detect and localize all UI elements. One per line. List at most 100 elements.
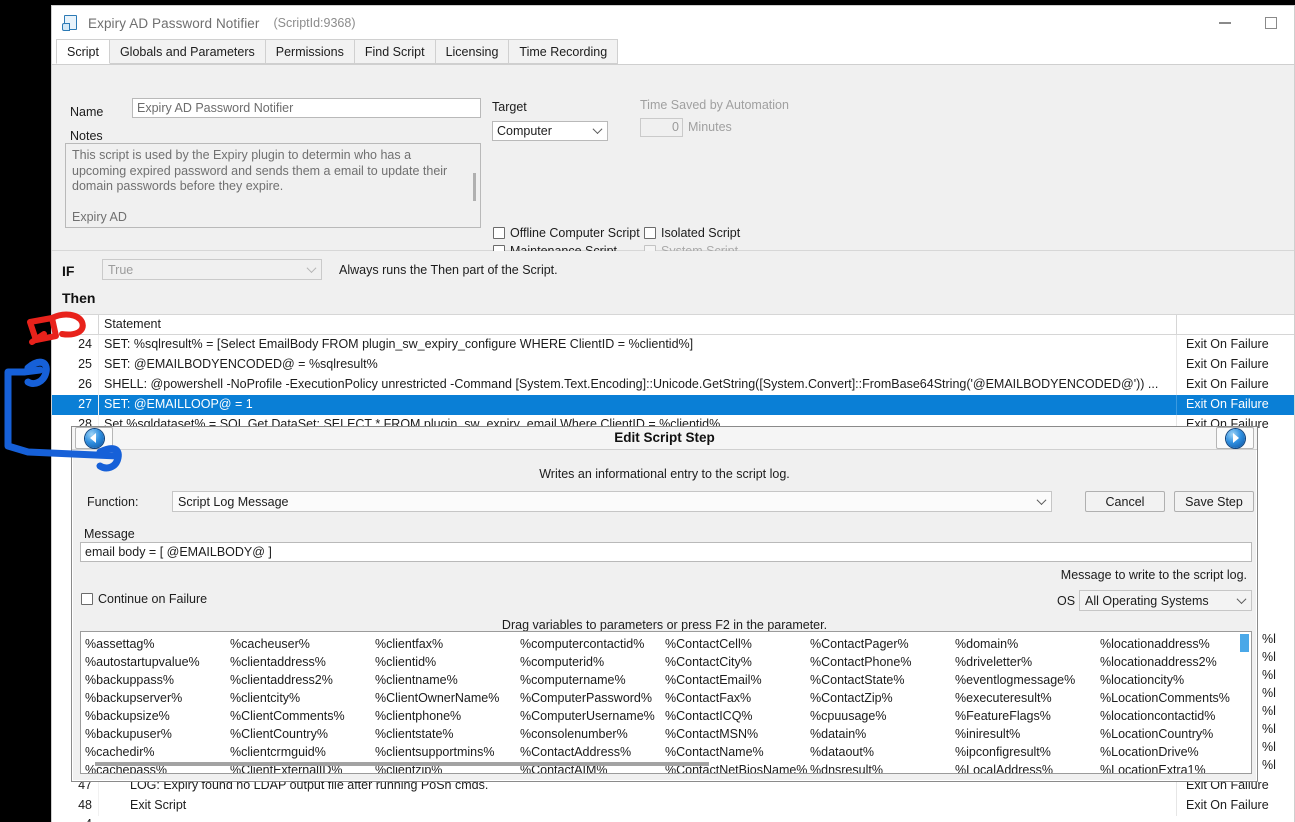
list-item[interactable]: %computercontactid%: [520, 635, 665, 653]
table-row-selected[interactable]: 27 SET: @EMAILLOOP@ = 1 Exit On Failure: [52, 395, 1294, 415]
checkbox-box[interactable]: [644, 227, 656, 239]
list-item[interactable]: %locationaddress2%: [1100, 653, 1247, 671]
save-step-button[interactable]: Save Step: [1174, 491, 1254, 512]
list-item[interactable]: %autostartupvalue%: [85, 653, 230, 671]
minimize-button[interactable]: [1202, 6, 1248, 40]
tab-script[interactable]: Script: [56, 39, 110, 64]
checkbox-box[interactable]: [493, 227, 505, 239]
variables-horizontal-scrollbar[interactable]: [89, 759, 1247, 770]
list-item[interactable]: %ContactState%: [810, 671, 955, 689]
tab-time-recording[interactable]: Time Recording: [508, 39, 618, 64]
tab-permissions[interactable]: Permissions: [265, 39, 355, 64]
list-item[interactable]: %locationcity%: [1100, 671, 1247, 689]
table-row[interactable]: 48 Exit Script Exit On Failure: [52, 796, 1295, 816]
variable-column: %computercontactid% %computerid% %comput…: [520, 635, 665, 774]
row-divider: [98, 355, 99, 375]
table-row[interactable]: 26 SHELL: @powershell -NoProfile -Execut…: [52, 375, 1294, 395]
message-input[interactable]: [80, 542, 1252, 562]
window-title: Expiry AD Password Notifier: [88, 16, 260, 31]
checkbox-offline-computer-script[interactable]: Offline Computer Script: [493, 226, 640, 240]
list-item[interactable]: %datain%: [810, 725, 955, 743]
list-item[interactable]: %cacheuser%: [230, 635, 375, 653]
drag-variables-hint: Drag variables to parameters or press F2…: [72, 618, 1257, 632]
list-item[interactable]: %ContactCity%: [665, 653, 810, 671]
list-item[interactable]: %clientaddress2%: [230, 671, 375, 689]
list-item[interactable]: %locationcontactid%: [1100, 707, 1247, 725]
time-saved-input[interactable]: 0: [640, 118, 683, 137]
chevron-down-icon: [1037, 495, 1047, 505]
maximize-button[interactable]: [1248, 6, 1294, 40]
list-item[interactable]: %assettag%: [85, 635, 230, 653]
list-item[interactable]: %ContactICQ%: [665, 707, 810, 725]
list-item[interactable]: %clientstate%: [375, 725, 520, 743]
variable-column: %ContactPager% %ContactPhone% %ContactSt…: [810, 635, 955, 774]
if-condition-value: True: [108, 263, 133, 277]
list-item[interactable]: %LocationComments%: [1100, 689, 1247, 707]
list-item[interactable]: %ContactZip%: [810, 689, 955, 707]
list-item[interactable]: %ClientCountry%: [230, 725, 375, 743]
checkbox-box[interactable]: [81, 593, 93, 605]
list-item[interactable]: %consolenumber%: [520, 725, 665, 743]
tab-globals-and-parameters[interactable]: Globals and Parameters: [109, 39, 266, 64]
os-dropdown[interactable]: All Operating Systems: [1079, 590, 1252, 611]
variables-vertical-scrollbar[interactable]: [1239, 633, 1250, 774]
row-number: 25: [52, 357, 92, 371]
tab-licensing[interactable]: Licensing: [435, 39, 510, 64]
checkbox-continue-on-failure[interactable]: Continue on Failure: [81, 592, 207, 606]
list-item[interactable]: %ComputerUsername%: [520, 707, 665, 725]
list-item[interactable]: %ContactFax%: [665, 689, 810, 707]
script-name-input[interactable]: [132, 98, 481, 118]
list-item[interactable]: %locationaddress%: [1100, 635, 1247, 653]
list-item[interactable]: %computerid%: [520, 653, 665, 671]
list-item[interactable]: %ContactPager%: [810, 635, 955, 653]
notes-textarea[interactable]: This script is used by the Expiry plugin…: [65, 143, 481, 228]
list-item[interactable]: %eventlogmessage%: [955, 671, 1100, 689]
list-item[interactable]: %clientaddress%: [230, 653, 375, 671]
list-item[interactable]: %clientcity%: [230, 689, 375, 707]
list-item[interactable]: %domain%: [955, 635, 1100, 653]
list-item[interactable]: %clientfax%: [375, 635, 520, 653]
list-item[interactable]: %backuppass%: [85, 671, 230, 689]
list-item[interactable]: %ContactMSN%: [665, 725, 810, 743]
tab-find-script[interactable]: Find Script: [354, 39, 436, 64]
list-item[interactable]: %cpuusage%: [810, 707, 955, 725]
list-item[interactable]: %computername%: [520, 671, 665, 689]
list-item: %l: [1262, 684, 1295, 702]
cancel-button[interactable]: Cancel: [1085, 491, 1165, 512]
list-item[interactable]: %ContactPhone%: [810, 653, 955, 671]
list-item[interactable]: %clientphone%: [375, 707, 520, 725]
list-item[interactable]: %executeresult%: [955, 689, 1100, 707]
list-item: %l: [1262, 738, 1295, 756]
table-row[interactable]: 24 SET: %sqlresult% = [Select EmailBody …: [52, 335, 1294, 355]
list-item[interactable]: %ComputerPassword%: [520, 689, 665, 707]
list-item[interactable]: %driveletter%: [955, 653, 1100, 671]
notes-scrollbar[interactable]: [472, 147, 477, 225]
variables-hscroll-thumb[interactable]: [95, 762, 709, 766]
list-item[interactable]: %ContactCell%: [665, 635, 810, 653]
list-item[interactable]: %clientname%: [375, 671, 520, 689]
variables-list[interactable]: %assettag% %autostartupvalue% %backuppas…: [80, 631, 1252, 774]
notes-scroll-thumb[interactable]: [473, 173, 476, 201]
row-divider: [98, 796, 99, 816]
dialog-forward-button[interactable]: [1216, 427, 1254, 449]
if-condition-dropdown[interactable]: True: [102, 259, 322, 280]
checkbox-isolated-script[interactable]: Isolated Script: [644, 226, 740, 240]
list-item[interactable]: %backupuser%: [85, 725, 230, 743]
list-item[interactable]: %clientid%: [375, 653, 520, 671]
table-row[interactable]: 25 SET: @EMAILBODYENCODED@ = %sqlresult%…: [52, 355, 1294, 375]
grid-header-number-column: [52, 315, 99, 335]
function-value: Script Log Message: [178, 495, 288, 509]
list-item[interactable]: %FeatureFlags%: [955, 707, 1100, 725]
target-dropdown[interactable]: Computer: [492, 121, 608, 141]
message-label: Message: [84, 527, 135, 541]
list-item[interactable]: %ClientComments%: [230, 707, 375, 725]
list-item[interactable]: %backupserver%: [85, 689, 230, 707]
function-dropdown[interactable]: Script Log Message: [172, 491, 1052, 512]
list-item[interactable]: %backupsize%: [85, 707, 230, 725]
variable-columns: %assettag% %autostartupvalue% %backuppas…: [85, 635, 1247, 774]
variables-scroll-thumb[interactable]: [1240, 634, 1249, 652]
list-item[interactable]: %ContactEmail%: [665, 671, 810, 689]
list-item[interactable]: %iniresult%: [955, 725, 1100, 743]
list-item[interactable]: %LocationCountry%: [1100, 725, 1247, 743]
list-item[interactable]: %ClientOwnerName%: [375, 689, 520, 707]
